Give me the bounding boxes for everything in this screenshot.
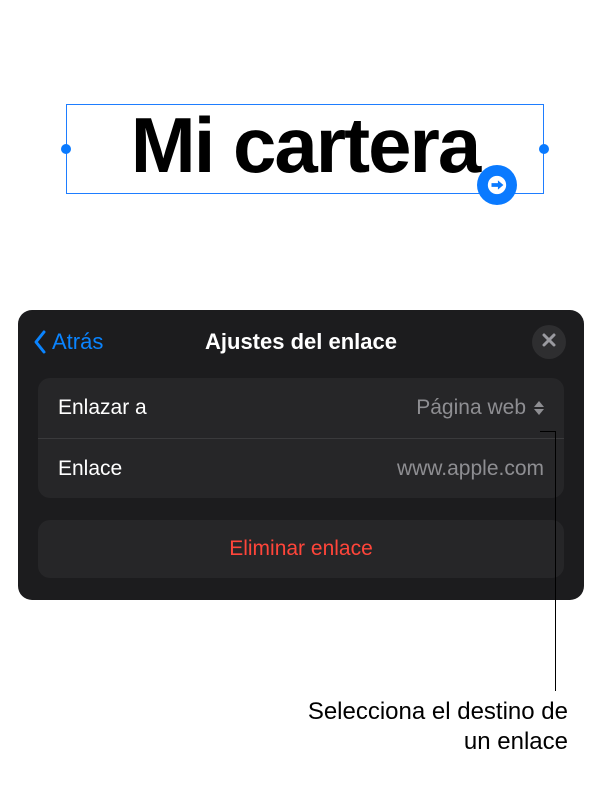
link-fields-group: Enlazar a Página web Enlace www.apple.co…: [38, 378, 564, 498]
callout-connector: [540, 431, 556, 432]
selection-handle-left[interactable]: [61, 144, 71, 154]
link-to-label: Enlazar a: [58, 396, 147, 420]
callout-connector: [555, 431, 556, 691]
link-to-value: Página web: [416, 396, 544, 420]
close-button[interactable]: [532, 325, 566, 359]
link-to-row[interactable]: Enlazar a Página web: [38, 378, 564, 438]
delete-link-button[interactable]: Eliminar enlace: [38, 520, 564, 578]
text-box-content: Mi cartera: [131, 100, 480, 191]
callout-text: Selecciona el destino de un enlace: [300, 697, 568, 757]
delete-link-label: Eliminar enlace: [229, 537, 373, 561]
selected-text-box[interactable]: Mi cartera: [66, 104, 544, 194]
link-url-label: Enlace: [58, 457, 122, 481]
back-button[interactable]: Atrás: [32, 329, 103, 355]
selection-handle-right[interactable]: [539, 144, 549, 154]
back-label: Atrás: [52, 329, 103, 355]
link-url-value: www.apple.com: [397, 457, 544, 481]
panel-header: Atrás Ajustes del enlace: [18, 310, 584, 374]
link-badge-icon: [477, 165, 517, 205]
link-settings-panel: Atrás Ajustes del enlace Enlazar a Págin…: [18, 310, 584, 600]
popup-indicator-icon: [534, 401, 544, 415]
link-url-row[interactable]: Enlace www.apple.com: [38, 438, 564, 498]
link-to-value-text: Página web: [416, 396, 526, 420]
close-icon: [542, 333, 556, 352]
panel-title: Ajustes del enlace: [205, 329, 397, 355]
